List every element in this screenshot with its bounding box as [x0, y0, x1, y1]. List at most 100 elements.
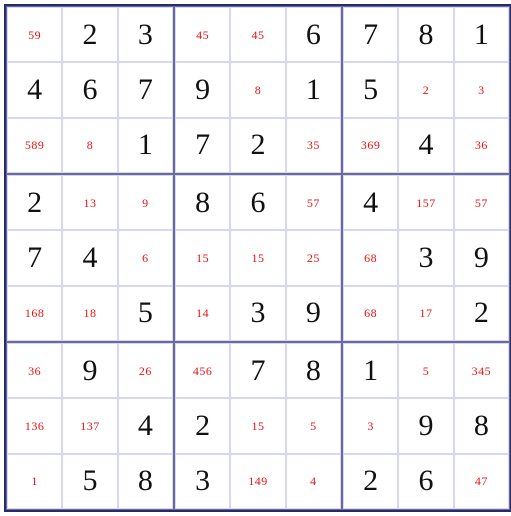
sudoku-cell[interactable]: 1 [343, 343, 398, 398]
sudoku-cell[interactable]: 345 [454, 343, 509, 398]
sudoku-cell[interactable]: 2 [62, 7, 117, 62]
sudoku-cell[interactable]: 168 [7, 286, 62, 341]
sudoku-cell[interactable]: 3 [175, 454, 230, 509]
sudoku-cell[interactable]: 25 [286, 230, 341, 285]
cell-value: 3 [195, 466, 210, 496]
sudoku-cell[interactable]: 14 [175, 286, 230, 341]
cell-candidates: 136 [25, 420, 45, 432]
sudoku-cell[interactable]: 6 [230, 175, 285, 230]
sudoku-cell[interactable]: 2 [7, 175, 62, 230]
sudoku-cell[interactable]: 4 [398, 118, 453, 173]
sudoku-cell[interactable]: 136 [7, 398, 62, 453]
sudoku-cell[interactable]: 6 [398, 454, 453, 509]
sudoku-cell[interactable]: 36 [454, 118, 509, 173]
cell-candidates: 17 [419, 307, 432, 319]
sudoku-box: 86571515251439 [174, 174, 342, 342]
sudoku-cell[interactable]: 137 [62, 398, 117, 453]
sudoku-cell[interactable]: 5 [286, 398, 341, 453]
cell-candidates: 68 [364, 307, 377, 319]
sudoku-cell[interactable]: 2 [175, 398, 230, 453]
sudoku-cell[interactable]: 3 [230, 286, 285, 341]
sudoku-cell[interactable]: 45 [230, 7, 285, 62]
sudoku-cell[interactable]: 3 [343, 398, 398, 453]
sudoku-cell[interactable]: 1 [7, 454, 62, 509]
cell-candidates: 57 [475, 197, 488, 209]
sudoku-cell[interactable]: 9 [454, 230, 509, 285]
sudoku-cell[interactable]: 17 [398, 286, 453, 341]
cell-value: 5 [363, 75, 378, 105]
sudoku-cell[interactable]: 9 [118, 175, 173, 230]
sudoku-cell[interactable]: 589 [7, 118, 62, 173]
sudoku-cell[interactable]: 2 [454, 286, 509, 341]
cell-value: 7 [250, 356, 265, 386]
sudoku-cell[interactable]: 6 [286, 7, 341, 62]
sudoku-cell[interactable]: 1 [118, 118, 173, 173]
cell-candidates: 8 [87, 139, 94, 151]
sudoku-cell[interactable]: 8 [62, 118, 117, 173]
sudoku-cell[interactable]: 3 [398, 230, 453, 285]
sudoku-cell[interactable]: 57 [454, 175, 509, 230]
cell-candidates: 35 [307, 139, 320, 151]
sudoku-cell[interactable]: 57 [286, 175, 341, 230]
sudoku-cell[interactable]: 3 [118, 7, 173, 62]
sudoku-cell[interactable]: 9 [62, 343, 117, 398]
sudoku-cell[interactable]: 8 [230, 62, 285, 117]
sudoku-cell[interactable]: 4 [343, 175, 398, 230]
sudoku-cell[interactable]: 2 [230, 118, 285, 173]
cell-value: 8 [474, 411, 489, 441]
sudoku-cell[interactable]: 6 [118, 230, 173, 285]
sudoku-cell[interactable]: 68 [343, 286, 398, 341]
sudoku-cell[interactable]: 68 [343, 230, 398, 285]
sudoku-cell[interactable]: 9 [398, 398, 453, 453]
sudoku-cell[interactable]: 2 [343, 454, 398, 509]
sudoku-cell[interactable]: 15 [230, 230, 285, 285]
sudoku-cell[interactable]: 8 [454, 398, 509, 453]
cell-candidates: 3 [478, 84, 485, 96]
cell-candidates: 4 [310, 475, 317, 487]
sudoku-cell[interactable]: 18 [62, 286, 117, 341]
sudoku-cell[interactable]: 5 [343, 62, 398, 117]
sudoku-cell[interactable]: 8 [118, 454, 173, 509]
sudoku-cell[interactable]: 8 [175, 175, 230, 230]
sudoku-cell[interactable]: 4 [118, 398, 173, 453]
sudoku-cell[interactable]: 7 [7, 230, 62, 285]
sudoku-cell[interactable]: 9 [175, 62, 230, 117]
cell-value: 2 [363, 466, 378, 496]
cell-value: 7 [27, 243, 42, 273]
sudoku-cell[interactable]: 13 [62, 175, 117, 230]
sudoku-cell[interactable]: 8 [286, 343, 341, 398]
cell-value: 4 [82, 243, 97, 273]
sudoku-cell[interactable]: 4 [286, 454, 341, 509]
sudoku-cell[interactable]: 45 [175, 7, 230, 62]
sudoku-cell[interactable]: 456 [175, 343, 230, 398]
sudoku-cell[interactable]: 5 [62, 454, 117, 509]
cell-candidates: 18 [83, 307, 96, 319]
sudoku-cell[interactable]: 36 [7, 343, 62, 398]
sudoku-cell[interactable]: 59 [7, 7, 62, 62]
sudoku-cell[interactable]: 7 [343, 7, 398, 62]
sudoku-cell[interactable]: 9 [286, 286, 341, 341]
sudoku-cell[interactable]: 1 [454, 7, 509, 62]
sudoku-cell[interactable]: 15 [230, 398, 285, 453]
cell-candidates: 59 [28, 29, 41, 41]
sudoku-cell[interactable]: 35 [286, 118, 341, 173]
sudoku-cell[interactable]: 26 [118, 343, 173, 398]
sudoku-cell[interactable]: 7 [118, 62, 173, 117]
sudoku-cell[interactable]: 7 [230, 343, 285, 398]
sudoku-cell[interactable]: 5 [118, 286, 173, 341]
sudoku-cell[interactable]: 6 [62, 62, 117, 117]
sudoku-cell[interactable]: 3 [454, 62, 509, 117]
sudoku-box: 454569817235 [174, 6, 342, 174]
sudoku-cell[interactable]: 8 [398, 7, 453, 62]
sudoku-cell[interactable]: 157 [398, 175, 453, 230]
sudoku-cell[interactable]: 4 [7, 62, 62, 117]
sudoku-cell[interactable]: 369 [343, 118, 398, 173]
sudoku-cell[interactable]: 149 [230, 454, 285, 509]
sudoku-cell[interactable]: 1 [286, 62, 341, 117]
sudoku-cell[interactable]: 15 [175, 230, 230, 285]
sudoku-cell[interactable]: 5 [398, 343, 453, 398]
sudoku-cell[interactable]: 47 [454, 454, 509, 509]
sudoku-cell[interactable]: 4 [62, 230, 117, 285]
sudoku-cell[interactable]: 7 [175, 118, 230, 173]
sudoku-cell[interactable]: 2 [398, 62, 453, 117]
